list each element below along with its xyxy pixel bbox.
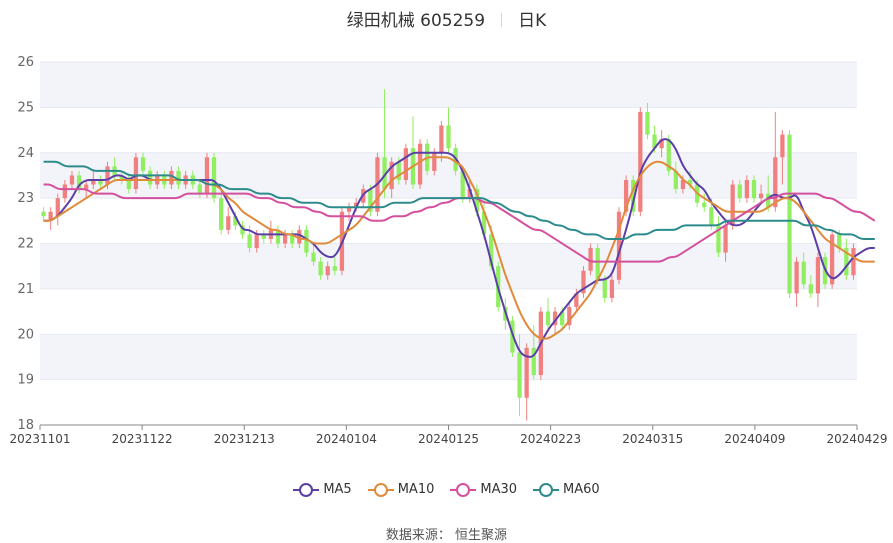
candle-up <box>773 157 778 208</box>
y-tick-label: 24 <box>17 146 34 161</box>
candle-up <box>588 248 593 271</box>
candle-up <box>417 143 423 185</box>
candle-up <box>62 184 67 199</box>
legend-swatch <box>533 482 560 497</box>
x-tick-label: 20231101 <box>9 432 70 446</box>
candle-down <box>247 234 252 249</box>
legend-item-ma30[interactable]: MA30 <box>450 482 517 497</box>
candle-down <box>219 198 224 230</box>
x-tick-label: 20240104 <box>316 432 377 446</box>
y-tick-label: 21 <box>17 282 34 297</box>
grid-band <box>40 62 857 108</box>
candle-down <box>304 229 309 253</box>
candle-up <box>744 179 750 199</box>
legend-item-ma60[interactable]: MA60 <box>533 482 600 497</box>
candle-up <box>723 225 728 253</box>
candle-up <box>282 234 288 244</box>
x-tick-label: 20240125 <box>418 432 479 446</box>
x-tick-label: 20240409 <box>724 432 785 446</box>
candle-up <box>432 152 437 171</box>
legend-label: MA5 <box>323 482 352 497</box>
y-tick-label: 23 <box>17 191 34 206</box>
candle-up <box>133 157 139 190</box>
x-tick-label: 20231213 <box>214 432 275 446</box>
candle-up <box>204 157 210 194</box>
candle-down <box>211 157 217 199</box>
x-tick-label: 20240429 <box>826 432 887 446</box>
candle-up <box>169 170 174 185</box>
candle-up <box>105 166 110 185</box>
candle-down <box>787 134 792 294</box>
candlestick-chart: 26 25 24 23 22 21 20 19 1820231101 20231122 202312… <box>9 55 887 446</box>
legend-swatch <box>293 482 320 497</box>
candle-down <box>751 179 757 199</box>
legend-label: MA30 <box>480 482 518 497</box>
candle-down <box>126 179 131 190</box>
x-tick-label: 20231122 <box>112 432 173 446</box>
candle-down <box>645 111 650 135</box>
candle-down <box>446 125 451 149</box>
candle-down <box>176 170 181 185</box>
y-tick-label: 20 <box>17 327 34 342</box>
candle-down <box>709 207 714 226</box>
candle-up <box>758 193 764 199</box>
legend-swatch <box>450 482 477 497</box>
x-tick-label: 20240223 <box>520 432 581 446</box>
candle-down <box>41 211 46 217</box>
candle-up <box>297 229 302 244</box>
y-tick-label: 18 <box>17 418 34 433</box>
candle-down <box>808 284 813 294</box>
candle-up <box>325 266 330 276</box>
candle-down <box>545 311 551 326</box>
y-tick-label: 26 <box>17 55 34 70</box>
y-tick-label: 22 <box>17 237 34 252</box>
candle-up <box>69 175 75 185</box>
data-source: 数据来源： 恒生聚源 <box>385 528 508 543</box>
chart-legend: MA5 MA10 MA30 MA60 <box>0 482 893 497</box>
candle-down <box>147 170 153 185</box>
candle-up <box>638 111 643 212</box>
legend-item-ma5[interactable]: MA5 <box>293 482 352 497</box>
legend-item-ma10[interactable]: MA10 <box>367 482 435 497</box>
x-tick-label: 20240315 <box>622 432 683 446</box>
candle-down <box>801 261 806 285</box>
candle-down <box>140 157 146 171</box>
candle-up <box>794 261 799 294</box>
candle-up <box>609 279 615 298</box>
legend-swatch <box>367 482 394 497</box>
candle-down <box>311 252 316 262</box>
candle-down <box>602 279 607 298</box>
candle-down <box>197 184 202 194</box>
candle-down <box>702 202 707 208</box>
candle-up <box>439 125 444 153</box>
candle-up <box>403 148 409 180</box>
candle-up <box>780 134 785 158</box>
grid-band <box>40 243 857 289</box>
y-tick-label: 25 <box>17 100 34 115</box>
y-tick-label: 19 <box>17 373 34 388</box>
grid-band <box>40 334 857 380</box>
candle-down <box>737 184 742 199</box>
candle-up <box>254 234 259 249</box>
candle-down <box>318 261 323 276</box>
legend-label: MA60 <box>563 482 600 497</box>
candle-up <box>226 216 231 230</box>
candle-down <box>332 266 337 271</box>
candle-up <box>815 257 821 294</box>
legend-label: MA10 <box>397 482 435 497</box>
candle-down <box>517 352 522 398</box>
candle-up <box>851 248 856 276</box>
